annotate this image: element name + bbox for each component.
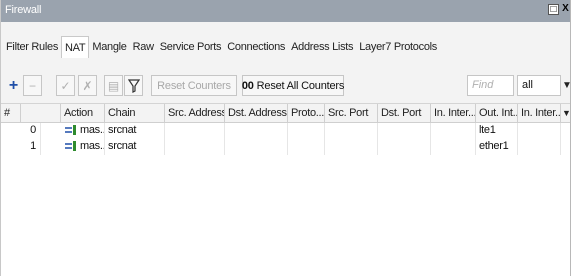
tab-layer7-protocols[interactable]: Layer7 Protocols [356, 36, 440, 58]
rule-dst-address [225, 139, 288, 155]
nat-rules-table: # Action Chain Src. Address Dst. Address… [1, 103, 572, 276]
col-src-address[interactable]: Src. Address [165, 104, 225, 123]
rule-src-address [165, 139, 225, 155]
reset-all-counters-label: Reset All Counters [256, 79, 345, 92]
remove-button[interactable]: − [23, 75, 42, 96]
rule-dst-port [378, 139, 431, 155]
rule-out-interface: ether1 [476, 139, 518, 155]
action-cell: mas... [61, 123, 105, 139]
counter-icon: 00 [241, 79, 254, 92]
rule-chain: srcnat [105, 123, 165, 139]
filter-select-arrow-icon[interactable]: ▼ [561, 75, 573, 96]
comment-button[interactable]: ▤ [104, 75, 123, 96]
rule-number: 0 [1, 123, 41, 139]
rule-action: mas... [80, 140, 104, 152]
rule-protocol [288, 139, 325, 155]
rule-in-interface-list [518, 123, 561, 139]
col-out-interface[interactable]: Out. Int... [476, 104, 518, 123]
find-input[interactable]: Find [467, 75, 514, 96]
funnel-icon [127, 78, 140, 93]
tab-connections[interactable]: Connections [224, 36, 288, 58]
rule-action: mas... [80, 124, 104, 136]
col-flags[interactable] [21, 104, 61, 123]
window-title: Firewall [5, 4, 42, 16]
rule-src-address [165, 123, 225, 139]
rule-in-interface [431, 139, 476, 155]
tab-address-lists[interactable]: Address Lists [288, 36, 356, 58]
restore-button[interactable]: □ [548, 4, 559, 15]
tab-service-ports[interactable]: Service Ports [157, 36, 225, 58]
rule-in-interface [431, 123, 476, 139]
col-chain[interactable]: Chain [105, 104, 165, 123]
table-header: # Action Chain Src. Address Dst. Address… [1, 103, 572, 123]
tab-nat[interactable]: NAT [61, 36, 90, 58]
col-protocol[interactable]: Proto... [288, 104, 325, 123]
rule-chain: srcnat [105, 139, 165, 155]
rule-dst-address [225, 123, 288, 139]
action-cell: mas... [61, 139, 105, 155]
rule-dst-port [378, 123, 431, 139]
reset-counters-button[interactable]: Reset Counters [151, 75, 237, 96]
col-dst-port[interactable]: Dst. Port [378, 104, 431, 123]
table-row[interactable]: 0 mas... srcnat lte1 [1, 123, 570, 139]
masquerade-icon [65, 141, 76, 152]
toolbar: + − ✓ ✗ ▤ Reset Counters 00 Reset All Co… [1, 75, 573, 97]
column-menu-icon[interactable]: ▼ [561, 104, 572, 123]
disable-button[interactable]: ✗ [78, 75, 97, 96]
title-bar[interactable]: Firewall □ X [1, 0, 570, 22]
col-in-interface[interactable]: In. Inter... [431, 104, 476, 123]
col-number[interactable]: # [1, 104, 21, 123]
rule-out-interface: lte1 [476, 123, 518, 139]
tab-filter-rules[interactable]: Filter Rules [1, 36, 61, 58]
table-row[interactable]: 1 mas... srcnat ether1 [1, 139, 570, 155]
rule-src-port [325, 139, 378, 155]
reset-all-counters-button[interactable]: 00 Reset All Counters [242, 75, 344, 96]
rule-number: 1 [1, 139, 41, 155]
rule-src-port [325, 123, 378, 139]
filter-button[interactable] [124, 75, 143, 96]
rule-protocol [288, 123, 325, 139]
rule-in-interface-list [518, 139, 561, 155]
col-dst-address[interactable]: Dst. Address [225, 104, 288, 123]
add-button[interactable]: + [4, 75, 23, 96]
enable-button[interactable]: ✓ [56, 75, 75, 96]
col-action[interactable]: Action [61, 104, 105, 123]
col-in-interface-list[interactable]: In. Inter... [518, 104, 561, 123]
col-src-port[interactable]: Src. Port [325, 104, 378, 123]
filter-select[interactable]: all [517, 75, 561, 96]
tab-bar: Filter Rules NAT Mangle Raw Service Port… [1, 36, 570, 58]
tab-raw[interactable]: Raw [130, 36, 157, 58]
close-button[interactable]: X [560, 4, 571, 15]
tab-mangle[interactable]: Mangle [89, 36, 129, 58]
firewall-window: Firewall □ X Filter Rules NAT Mangle Raw… [0, 0, 573, 276]
masquerade-icon [65, 125, 76, 136]
